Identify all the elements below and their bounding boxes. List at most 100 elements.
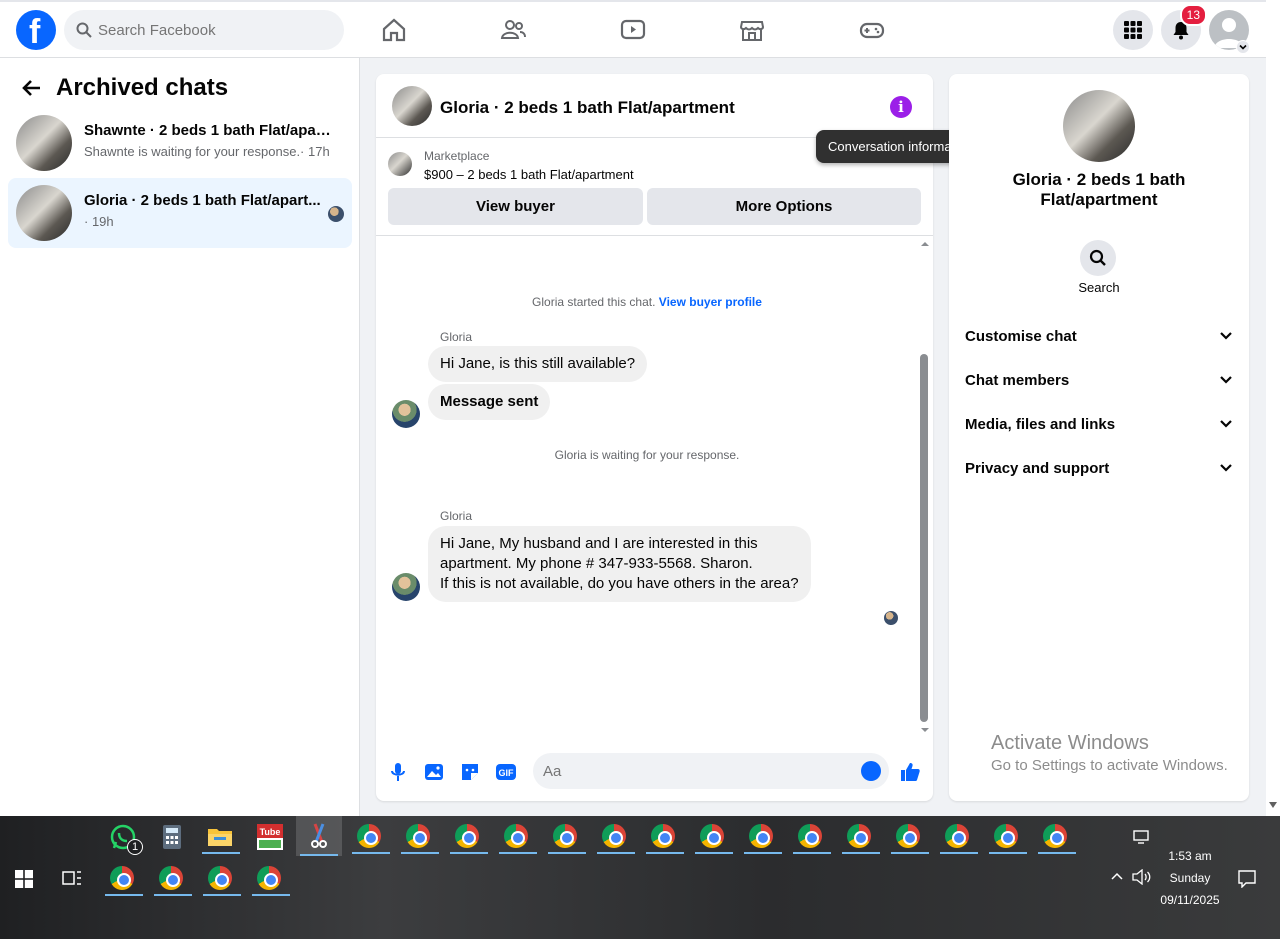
running-indicator: [202, 852, 240, 854]
chrome-icon: [257, 866, 281, 890]
chrome-taskbar-icon[interactable]: [448, 820, 488, 854]
clock-day[interactable]: Sunday: [1160, 871, 1220, 885]
chrome-taskbar-icon[interactable]: [250, 862, 290, 896]
menu-grid-button[interactable]: [1113, 10, 1153, 50]
network-icon[interactable]: [1133, 830, 1151, 844]
conversation-header: Gloria · 2 beds 1 bath Flat/apartment i: [376, 74, 933, 138]
chevron-down-icon[interactable]: [1236, 40, 1250, 54]
chat-list-item[interactable]: Shawnte · 2 beds 1 bath Flat/apart... Sh…: [8, 108, 352, 178]
volume-icon[interactable]: [1132, 869, 1152, 885]
emoji-icon[interactable]: [861, 761, 881, 781]
scroll-down-arrow-icon[interactable]: [1269, 802, 1277, 808]
action-center-icon[interactable]: [1238, 870, 1256, 888]
chrome-taskbar-icon[interactable]: [595, 820, 635, 854]
search-input[interactable]: [98, 21, 318, 39]
clock-date[interactable]: 09/11/2025: [1155, 893, 1225, 907]
search-in-conversation-button[interactable]: [1080, 240, 1116, 276]
microphone-icon[interactable]: [386, 760, 410, 784]
view-buyer-button[interactable]: View buyer: [388, 188, 643, 225]
running-indicator: [401, 852, 439, 854]
info-avatar[interactable]: [1063, 90, 1135, 162]
chrome-taskbar-icon[interactable]: [152, 862, 192, 896]
chrome-taskbar-icon[interactable]: [103, 862, 143, 896]
chrome-taskbar-icon[interactable]: [350, 820, 390, 854]
message-bubble[interactable]: Message sent: [428, 384, 551, 420]
customise-chat-row[interactable]: Customise chat: [965, 322, 1233, 350]
snip-tool-taskbar-icon[interactable]: [296, 816, 342, 856]
chevron-up-icon[interactable]: [1111, 872, 1123, 880]
chrome-taskbar-icon[interactable]: [742, 820, 782, 854]
like-thumb-icon[interactable]: [898, 760, 922, 784]
message-bubble[interactable]: Hi Jane, My husband and I are interested…: [428, 526, 811, 602]
view-buyer-profile-link[interactable]: View buyer profile: [659, 295, 762, 309]
message-input[interactable]: [533, 753, 833, 789]
media-files-links-row[interactable]: Media, files and links: [965, 410, 1233, 438]
windows-start-icon[interactable]: [15, 870, 33, 888]
chrome-icon: [700, 824, 724, 848]
whatsapp-taskbar-icon[interactable]: 1: [103, 820, 143, 855]
chrome-taskbar-icon[interactable]: [889, 820, 929, 854]
marketplace-icon[interactable]: [738, 16, 766, 44]
photo-icon[interactable]: [422, 760, 446, 784]
running-indicator: [548, 852, 586, 854]
sticker-icon[interactable]: [458, 760, 482, 784]
chrome-taskbar-icon[interactable]: [497, 820, 537, 854]
chat-members-row[interactable]: Chat members: [965, 366, 1233, 394]
file-explorer-taskbar-icon[interactable]: [200, 820, 240, 854]
more-options-button[interactable]: More Options: [647, 188, 921, 225]
clock-time[interactable]: 1:53 am: [1160, 849, 1220, 863]
scroll-down-arrow-icon[interactable]: [919, 726, 931, 734]
gaming-icon[interactable]: [858, 16, 886, 44]
message-composer[interactable]: [533, 753, 889, 789]
listing-avatar: [16, 185, 72, 241]
chrome-taskbar-icon[interactable]: [644, 820, 684, 854]
info-title: Gloria · 2 beds 1 bath Flat/apartment: [1012, 170, 1186, 209]
running-indicator: [646, 852, 684, 854]
chevron-down-icon: [1220, 420, 1232, 428]
back-arrow-icon[interactable]: [20, 76, 44, 100]
svg-text:GIF: GIF: [499, 768, 515, 778]
sender-avatar[interactable]: [392, 573, 420, 601]
gif-icon[interactable]: GIF: [494, 760, 518, 784]
search-box[interactable]: [64, 10, 344, 50]
youtube-taskbar-icon[interactable]: Tube: [250, 820, 288, 854]
running-indicator: [352, 852, 390, 854]
home-icon[interactable]: [380, 16, 408, 44]
sender-avatar[interactable]: [392, 400, 420, 428]
chrome-taskbar-icon[interactable]: [693, 820, 733, 854]
scroll-up-arrow-icon[interactable]: [919, 240, 931, 248]
facebook-logo[interactable]: f: [16, 10, 56, 51]
conversation-info-icon[interactable]: i: [890, 96, 912, 118]
chrome-icon: [110, 866, 134, 890]
listing-price-title: $900 – 2 beds 1 bath Flat/apartment: [424, 167, 634, 182]
chrome-taskbar-icon[interactable]: [546, 820, 586, 854]
chrome-taskbar-icon[interactable]: [1036, 820, 1076, 854]
section-label: Media, files and links: [965, 415, 1116, 433]
chrome-taskbar-icon[interactable]: [201, 862, 241, 896]
task-view-icon[interactable]: [62, 869, 82, 887]
page-scrollbar[interactable]: [1266, 0, 1280, 816]
chat-started-notice: Gloria started this chat. View buyer pro…: [376, 295, 918, 309]
watch-icon[interactable]: [619, 16, 647, 44]
chat-list-item-active[interactable]: Gloria · 2 beds 1 bath Flat/apart... · 1…: [8, 178, 352, 248]
activate-windows-title: Activate Windows: [991, 732, 1149, 754]
chrome-icon: [651, 824, 675, 848]
chrome-taskbar-icon[interactable]: [791, 820, 831, 854]
chrome-taskbar-icon[interactable]: [840, 820, 880, 854]
message-bubble[interactable]: Hi Jane, is this still available?: [428, 346, 648, 382]
chrome-taskbar-icon[interactable]: [399, 820, 439, 854]
message-scrollbar[interactable]: [920, 354, 928, 722]
conversation-title[interactable]: Gloria · 2 beds 1 bath Flat/apartment: [440, 98, 735, 118]
privacy-support-row[interactable]: Privacy and support: [965, 454, 1233, 482]
chat-name: Shawnte · 2 beds 1 bath Flat/apart...: [84, 122, 334, 139]
youtube-app-icon: Tube: [257, 824, 283, 850]
message-sender: Gloria: [440, 330, 473, 344]
notifications-button[interactable]: 13: [1161, 4, 1207, 50]
chrome-taskbar-icon[interactable]: [987, 820, 1027, 854]
message-line: Hi Jane, My husband and I are interested…: [440, 535, 758, 552]
chrome-taskbar-icon[interactable]: [938, 820, 978, 854]
friends-icon[interactable]: [499, 16, 527, 44]
chevron-down-icon: [1220, 464, 1232, 472]
conversation-avatar[interactable]: [392, 86, 432, 126]
calculator-taskbar-icon[interactable]: [152, 820, 190, 854]
